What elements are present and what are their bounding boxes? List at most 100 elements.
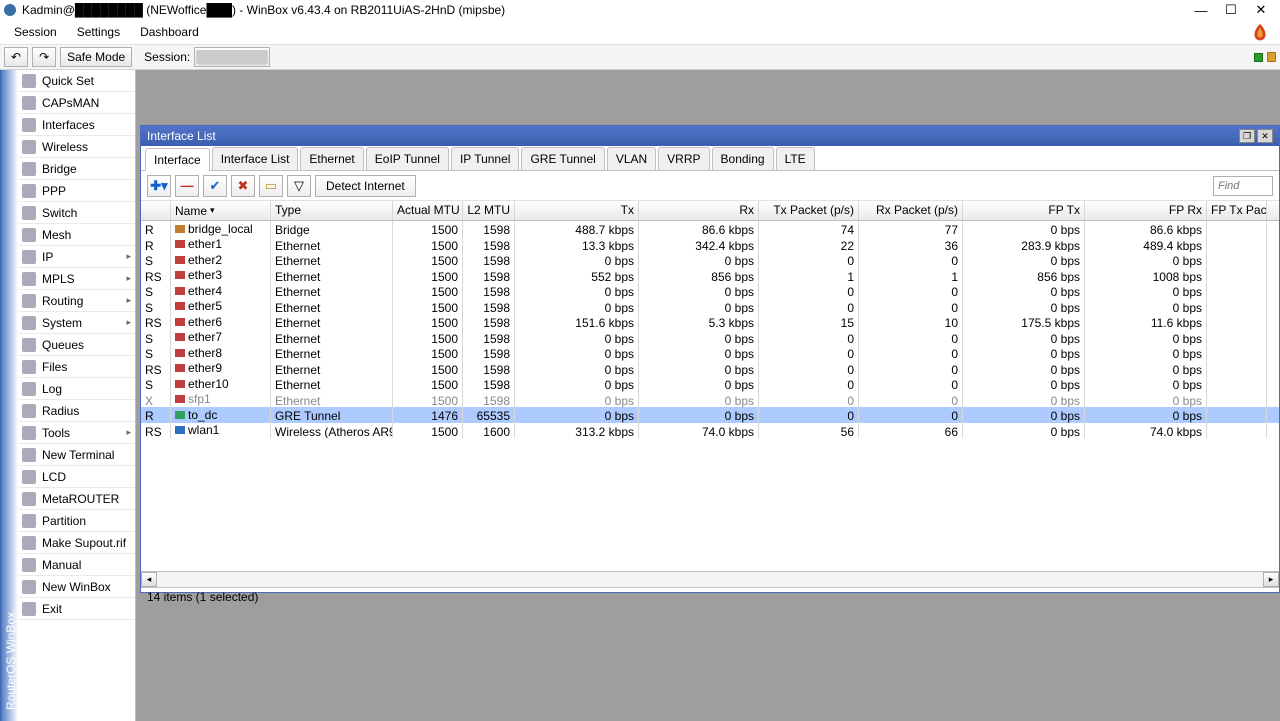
add-button[interactable]: ✚▾ [147,175,171,197]
maximize-button[interactable]: ☐ [1216,1,1246,19]
nav-ip[interactable]: IP▸ [18,246,135,268]
nav-icon [22,448,36,462]
tab-bonding[interactable]: Bonding [712,147,774,170]
tab-eoip-tunnel[interactable]: EoIP Tunnel [366,147,449,170]
table-row[interactable]: RSether6Ethernet15001598151.6 kbps5.3 kb… [141,314,1279,330]
nav-files[interactable]: Files [18,356,135,378]
nav-system[interactable]: System▸ [18,312,135,334]
tab-ethernet[interactable]: Ethernet [300,147,363,170]
table-row[interactable]: Rbridge_localBridge15001598488.7 kbps86.… [141,221,1279,237]
interface-icon [175,364,185,372]
redo-button[interactable]: ↷ [32,47,56,67]
enable-button[interactable]: ✔ [203,175,227,197]
table-row[interactable]: RSether9Ethernet150015980 bps0 bps000 bp… [141,361,1279,377]
nav-bridge[interactable]: Bridge [18,158,135,180]
nav-label: Mesh [42,228,71,242]
interface-icon [175,271,185,279]
detect-internet-button[interactable]: Detect Internet [315,175,416,197]
nav-queues[interactable]: Queues [18,334,135,356]
disable-button[interactable]: ✖ [231,175,255,197]
nav-interfaces[interactable]: Interfaces [18,114,135,136]
nav-quick-set[interactable]: Quick Set [18,70,135,92]
subwin-close-button[interactable]: ✕ [1257,129,1273,143]
sidebar-tab[interactable]: RouterOS WinBox [0,70,18,721]
col-header[interactable]: FP Rx [1085,201,1207,220]
tab-gre-tunnel[interactable]: GRE Tunnel [521,147,604,170]
nav-ppp[interactable]: PPP [18,180,135,202]
minimize-button[interactable]: — [1186,1,1216,19]
scroll-left-icon[interactable]: ◂ [141,572,157,587]
menu-settings[interactable]: Settings [67,21,130,43]
subwin-restore-button[interactable]: ❐ [1239,129,1255,143]
nav-label: LCD [42,470,66,484]
nav-log[interactable]: Log [18,378,135,400]
nav-partition[interactable]: Partition [18,510,135,532]
table-row[interactable]: Xsfp1Ethernet150015980 bps0 bps000 bps0 … [141,392,1279,408]
table-row[interactable]: RSether3Ethernet15001598552 bps856 bps11… [141,268,1279,284]
col-header[interactable]: Type [271,201,393,220]
interface-icon [175,426,185,434]
table-row[interactable]: Sether4Ethernet150015980 bps0 bps000 bps… [141,283,1279,299]
nav-manual[interactable]: Manual [18,554,135,576]
tab-interface-list[interactable]: Interface List [212,147,299,170]
interface-icon [175,380,185,388]
nav-mesh[interactable]: Mesh [18,224,135,246]
table-row[interactable]: Sether5Ethernet150015980 bps0 bps000 bps… [141,299,1279,315]
filter-button[interactable]: ▽ [287,175,311,197]
comment-button[interactable]: ▭ [259,175,283,197]
remove-button[interactable]: — [175,175,199,197]
nav-metarouter[interactable]: MetaROUTER [18,488,135,510]
nav-tools[interactable]: Tools▸ [18,422,135,444]
nav-mpls[interactable]: MPLS▸ [18,268,135,290]
find-input[interactable] [1213,176,1273,196]
safe-mode-button[interactable]: Safe Mode [60,47,132,67]
interface-icon [175,287,185,295]
menu-dashboard[interactable]: Dashboard [130,21,209,43]
tab-interface[interactable]: Interface [145,148,210,171]
nav-label: CAPsMAN [42,96,99,110]
nav-make-supout-rif[interactable]: Make Supout.rif [18,532,135,554]
nav-routing[interactable]: Routing▸ [18,290,135,312]
col-header[interactable] [141,201,171,220]
menu-session[interactable]: Session [4,21,67,43]
col-header[interactable]: FP Tx [963,201,1085,220]
session-value[interactable]: ████████ [194,47,270,67]
interface-list-titlebar[interactable]: Interface List ❐ ✕ [141,126,1279,146]
table-row[interactable]: Sether10Ethernet150015980 bps0 bps000 bp… [141,376,1279,392]
tab-vrrp[interactable]: VRRP [658,147,709,170]
col-header[interactable]: FP Tx Pac [1207,201,1267,220]
nav-radius[interactable]: Radius [18,400,135,422]
col-header[interactable]: L2 MTU [463,201,515,220]
undo-button[interactable]: ↶ [4,47,28,67]
col-header[interactable]: Rx Packet (p/s) [859,201,963,220]
tab-ip-tunnel[interactable]: IP Tunnel [451,147,519,170]
grid-status: 14 items (1 selected) [141,587,1279,607]
scroll-right-icon[interactable]: ▸ [1263,572,1279,587]
col-header[interactable]: Rx [639,201,759,220]
nav-new-winbox[interactable]: New WinBox [18,576,135,598]
close-button[interactable]: ✕ [1246,1,1276,19]
tab-vlan[interactable]: VLAN [607,147,656,170]
col-header[interactable]: Name ▾ [171,201,271,220]
nav-switch[interactable]: Switch [18,202,135,224]
table-row[interactable]: Rether1Ethernet1500159813.3 kbps342.4 kb… [141,237,1279,253]
table-row[interactable]: RSwlan1Wireless (Atheros AR9...150016003… [141,423,1279,439]
table-row[interactable]: Sether7Ethernet150015980 bps0 bps000 bps… [141,330,1279,346]
nav-new-terminal[interactable]: New Terminal [18,444,135,466]
col-header[interactable]: Tx [515,201,639,220]
col-header[interactable]: Actual MTU [393,201,463,220]
nav-exit[interactable]: Exit [18,598,135,620]
grid-scrollbar[interactable]: ◂ ▸ [141,571,1279,587]
nav-wireless[interactable]: Wireless [18,136,135,158]
chevron-right-icon: ▸ [126,295,131,306]
table-row[interactable]: Rto_dcGRE Tunnel1476655350 bps0 bps000 b… [141,407,1279,423]
nav-capsman[interactable]: CAPsMAN [18,92,135,114]
interface-icon [175,302,185,310]
nav-label: IP [42,250,53,264]
tab-lte[interactable]: LTE [776,147,815,170]
col-header[interactable]: Tx Packet (p/s) [759,201,859,220]
nav-lcd[interactable]: LCD [18,466,135,488]
table-row[interactable]: Sether2Ethernet150015980 bps0 bps000 bps… [141,252,1279,268]
nav-icon [22,74,36,88]
table-row[interactable]: Sether8Ethernet150015980 bps0 bps000 bps… [141,345,1279,361]
